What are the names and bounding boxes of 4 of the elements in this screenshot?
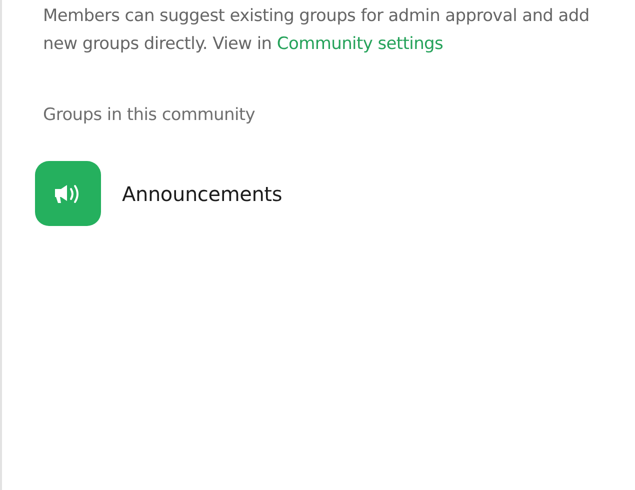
megaphone-icon <box>35 161 101 226</box>
group-name[interactable]: Announcements <box>122 182 282 206</box>
section-title: Groups in this community <box>43 105 256 125</box>
description-text: Members can suggest existing groups for admin approval and add new groups directly. View in Community settings <box>43 5 590 56</box>
